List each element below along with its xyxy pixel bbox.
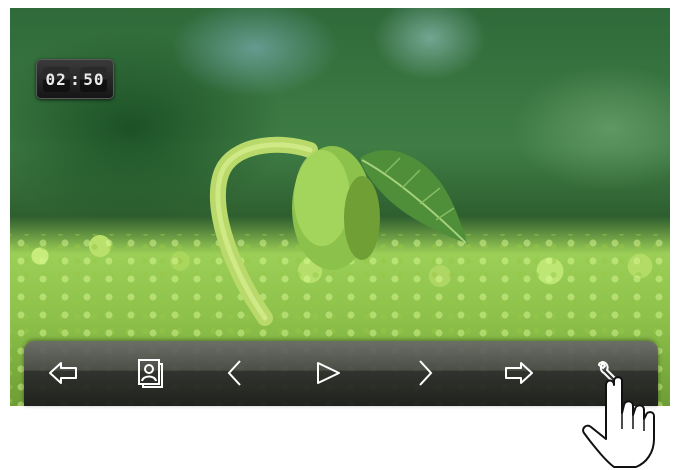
pointing-hand-icon [582,376,655,468]
forward-arrow-icon [505,362,533,384]
chevron-right-icon [419,360,433,386]
forward-button[interactable] [494,349,542,397]
clock-hours: 02 [42,66,70,92]
play-triangle-icon [317,362,340,384]
previous-button[interactable] [212,349,260,397]
back-button[interactable] [40,349,88,397]
clock-display: 02 : 50 [36,59,114,99]
next-button[interactable] [400,349,448,397]
clock-colon: : [71,69,79,89]
play-button[interactable] [304,349,352,397]
back-arrow-icon [49,362,77,384]
chevron-left-icon [227,360,241,386]
clock-minutes: 50 [80,66,108,92]
contact-card-icon [138,359,163,388]
bottom-toolbar [24,341,658,406]
contact-card-button[interactable] [126,349,174,397]
